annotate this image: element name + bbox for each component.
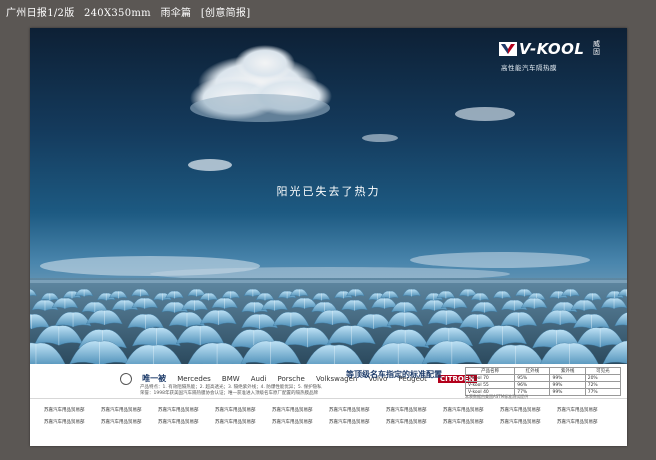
spec-table: 产品名称 红外线 紫外线 可见光 V-kool 70 95% 99% 20% V… [464,367,622,396]
standard-config-text: 等顶级名车指定的标准配置 [346,370,442,379]
spec-cell: 99% [549,381,586,389]
dealer-item: 苏嘉汽车用品贸易部 [329,408,370,413]
spec-cell: 99% [549,388,586,396]
spec-header-cell: 产品名称 [464,367,516,375]
main-cloud [190,45,332,122]
dealer-item: 苏嘉汽车用品贸易部 [158,419,199,425]
dealer-item: 苏嘉汽车用品贸易部 [101,419,142,425]
spec-cell: 96% [514,381,551,389]
dealer-item: 苏嘉汽车用品贸易部 [329,419,370,425]
v-kool-logo-icon [499,42,517,56]
spec-header-cell: 紫外线 [549,367,586,375]
logo-text: V-KOOL [519,40,585,58]
headline: 阳光已失去了热力 [276,185,381,198]
dealer-item: 苏嘉汽车用品贸易部 [272,408,313,413]
spec-cell: 77% [584,388,622,396]
dealer-item: 苏嘉汽车用品贸易部 [272,419,313,425]
spec-cell: V-kool 70 [464,374,516,382]
dealer-item: 苏嘉汽车用品贸易部 [101,408,142,413]
print-spec-caption: 广州日报1/2版 240X350mm 雨伞篇 [创意简报] [6,4,256,19]
ad-footer: 唯一被 Mercedes BMW Audi Porsche Volkswagen… [30,364,627,446]
spec-cell: V-kool 55 [464,381,516,389]
spec-table-row: V-kool 70 95% 99% 20% [464,374,622,382]
dealer-item: 苏嘉汽车用品贸易部 [215,408,256,413]
brand-mercedes: Mercedes [177,374,211,383]
brand-porsche: Porsche [277,374,305,383]
ad-photo: V-KOOL 威固 高性能汽车隔热膜 阳光已失去了热力 [30,28,627,364]
product-honors: 荣誉：1998年获美国汽车隔热膜协会认证；唯一获准进入顶级名车原厂配置的隔热膜品… [140,391,318,396]
brand-bmw: BMW [221,374,240,383]
table-note: 本表数据由美国ASTM标准测试提供 [465,394,529,399]
brand-strip: 唯一被 Mercedes BMW Audi Porsche Volkswagen… [30,364,627,399]
brand-audi: Audi [250,374,267,383]
v-kool-logo: V-KOOL 威固 高性能汽车隔热膜 [499,40,609,80]
spec-cell: 72% [584,381,622,389]
caption-note: [创意简报] [200,8,251,19]
caption-size: 240X350mm [83,8,151,19]
caption-title: 雨伞篇 [160,8,192,19]
dealer-item: 苏嘉汽车用品贸易部 [158,408,199,413]
logo-tagline: 高性能汽车隔热膜 [501,64,557,72]
logo-chinese: 威固 [593,40,600,56]
dealer-item: 苏嘉汽车用品贸易部 [386,408,427,413]
dealer-item: 苏嘉汽车用品贸易部 [443,408,484,413]
spec-table-row: V-kool 55 96% 99% 72% [464,381,622,389]
dealer-item: 苏嘉汽车用品贸易部 [215,419,256,425]
spec-table-header: 产品名称 红外线 紫外线 可见光 [464,367,622,375]
spec-cell: 95% [514,374,551,382]
dealer-item: 苏嘉汽车用品贸易部 [500,408,541,413]
dealer-item: 苏嘉汽车用品贸易部 [557,419,598,425]
dealer-item: 苏嘉汽车用品贸易部 [443,419,484,425]
dealer-item: 苏嘉汽车用品贸易部 [44,419,85,425]
brand-lead: 唯一被 [142,374,167,383]
dealer-item: 苏嘉汽车用品贸易部 [44,408,85,413]
dealer-item: 苏嘉汽车用品贸易部 [557,408,598,413]
dealer-item: 苏嘉汽车用品贸易部 [500,419,541,425]
spec-cell: 99% [549,374,586,382]
spec-cell: 20% [584,374,622,382]
caption-paper: 广州日报1/2版 [6,8,75,19]
spec-header-cell: 可见光 [584,367,622,375]
spec-header-cell: 红外线 [514,367,551,375]
advertisement: V-KOOL 威固 高性能汽车隔热膜 阳光已失去了热力 唯一被 Mercedes… [30,28,627,446]
v-kool-small-icon [120,372,132,385]
dealer-list: 苏嘉汽车用品贸易部 苏嘉汽车用品贸易部 苏嘉汽车用品贸易部 苏嘉汽车用品贸易部 苏嘉汽车… [44,408,614,425]
dealer-item: 苏嘉汽车用品贸易部 [386,419,427,425]
